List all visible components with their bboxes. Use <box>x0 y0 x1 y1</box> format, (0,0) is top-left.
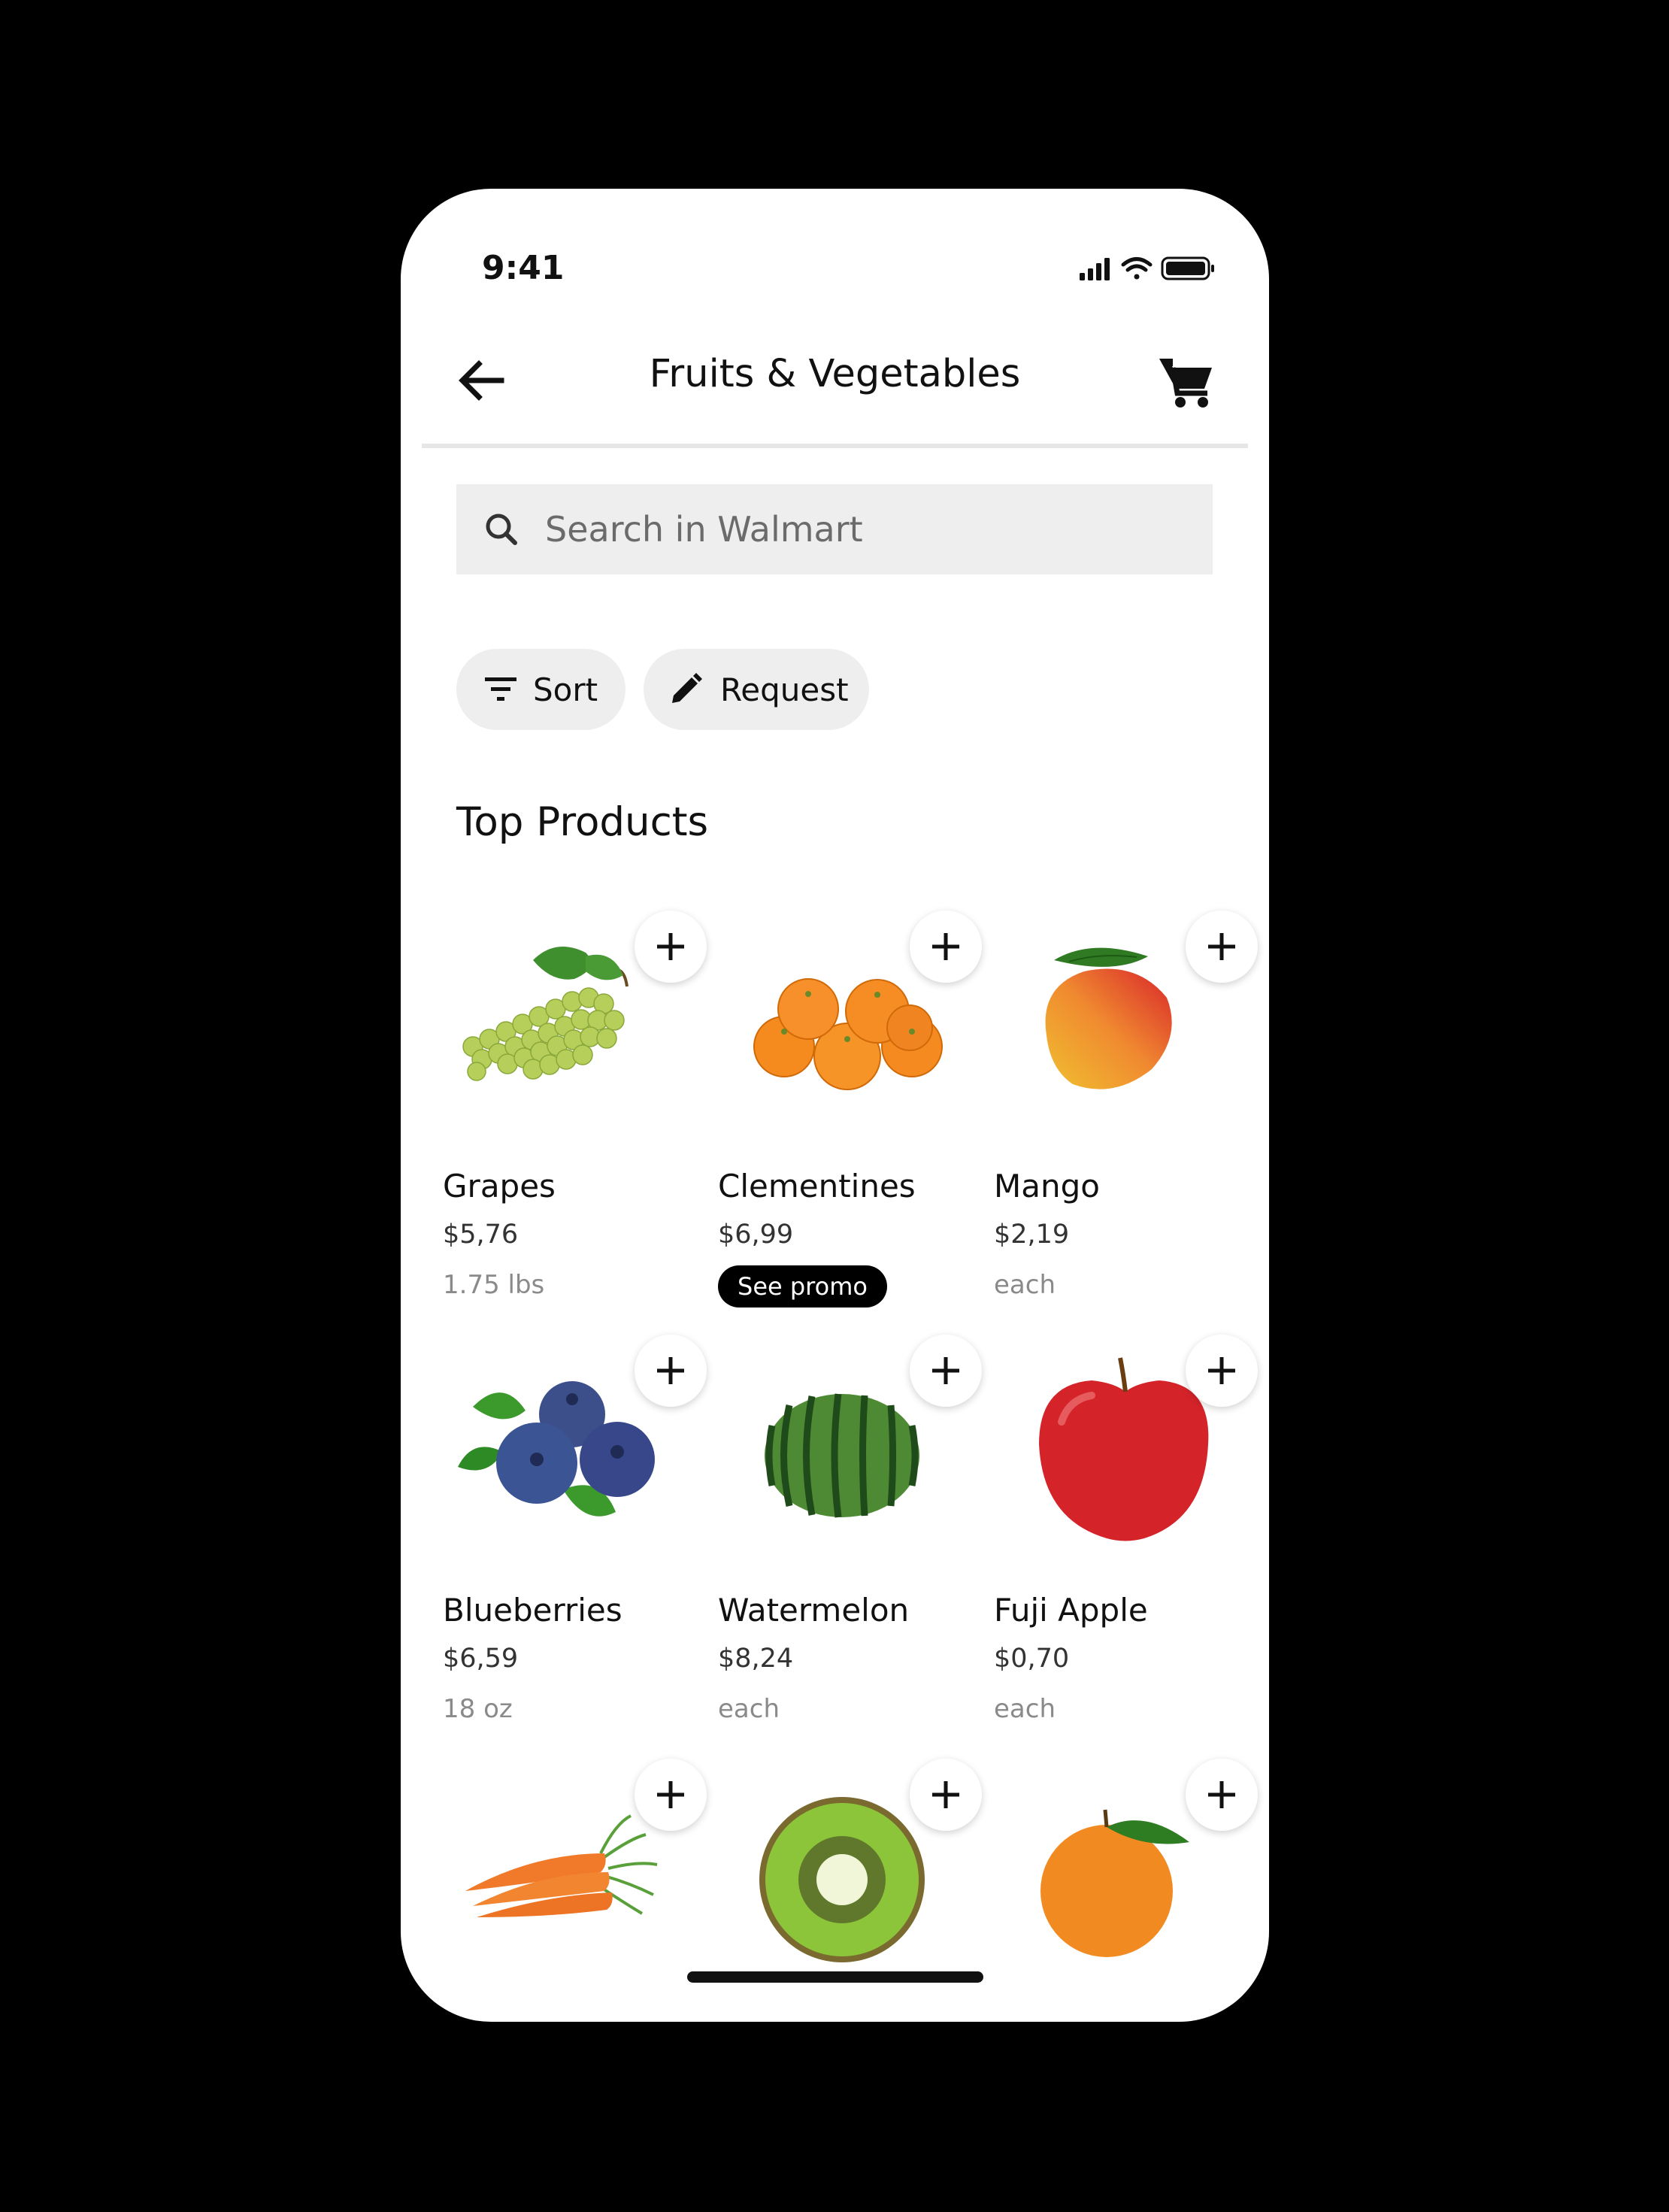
product-name: Mango <box>994 1168 1100 1204</box>
sort-label: Sort <box>533 671 598 708</box>
product-price: $6,59 <box>443 1644 519 1674</box>
add-to-cart-button[interactable] <box>910 1759 982 1831</box>
add-to-cart-button[interactable] <box>1186 1335 1258 1407</box>
product-card[interactable]: Clementines $6,99 See promo <box>718 911 982 1336</box>
product-name: Grapes <box>443 1168 556 1204</box>
product-price: $2,19 <box>994 1220 1070 1250</box>
product-card[interactable]: Grapes $5,76 1.75 lbs <box>443 911 707 1336</box>
add-to-cart-button[interactable] <box>1186 911 1258 983</box>
product-price: $5,76 <box>443 1220 519 1250</box>
request-button[interactable]: Request <box>644 649 869 730</box>
signal-icon <box>1080 258 1110 280</box>
product-card[interactable]: Mango $2,19 each <box>994 911 1258 1336</box>
plus-icon <box>932 933 959 960</box>
add-to-cart-button[interactable] <box>910 911 982 983</box>
product-name: Fuji Apple <box>994 1592 1148 1629</box>
product-unit: each <box>994 1694 1056 1724</box>
plus-icon <box>932 1781 959 1808</box>
product-card[interactable]: Blueberries $6,59 18 oz <box>443 1335 707 1760</box>
search-placeholder: Search in Walmart <box>545 509 863 550</box>
add-to-cart-button[interactable] <box>910 1335 982 1407</box>
add-to-cart-button[interactable] <box>635 1335 707 1407</box>
sort-button[interactable]: Sort <box>456 649 625 730</box>
product-unit: 1.75 lbs <box>443 1270 545 1300</box>
product-price: $8,24 <box>718 1644 794 1674</box>
product-price: $6,99 <box>718 1220 794 1250</box>
plus-icon <box>657 1357 684 1384</box>
product-name: Clementines <box>718 1168 916 1204</box>
home-indicator[interactable] <box>687 1971 983 1983</box>
status-icons <box>1080 256 1214 280</box>
product-card[interactable]: Fuji Apple $0,70 each <box>994 1335 1258 1760</box>
search-icon <box>486 514 517 545</box>
cart-icon[interactable] <box>1156 351 1216 411</box>
plus-icon <box>657 1781 684 1808</box>
sort-icon <box>485 677 516 701</box>
plus-icon <box>932 1357 959 1384</box>
request-label: Request <box>720 671 849 708</box>
add-to-cart-button[interactable] <box>1186 1759 1258 1831</box>
product-name: Blueberries <box>443 1592 622 1629</box>
wifi-icon <box>1121 257 1153 280</box>
product-card[interactable] <box>443 1759 707 1981</box>
product-card[interactable]: Watermelon $8,24 each <box>718 1335 982 1760</box>
pencil-icon <box>672 673 702 703</box>
header-divider <box>422 444 1248 448</box>
plus-icon <box>1208 933 1235 960</box>
product-price: $0,70 <box>994 1644 1070 1674</box>
product-unit: each <box>994 1270 1056 1300</box>
add-to-cart-button[interactable] <box>635 911 707 983</box>
add-to-cart-button[interactable] <box>635 1759 707 1831</box>
product-unit: 18 oz <box>443 1694 513 1724</box>
plus-icon <box>657 933 684 960</box>
see-promo-badge[interactable]: See promo <box>718 1265 887 1308</box>
plus-icon <box>1208 1357 1235 1384</box>
product-card[interactable] <box>994 1759 1258 1981</box>
plus-icon <box>1208 1781 1235 1808</box>
search-input[interactable]: Search in Walmart <box>456 484 1213 574</box>
product-name: Watermelon <box>718 1592 910 1629</box>
page-title: Fruits & Vegetables <box>649 352 1021 396</box>
phone-screen: 9:41 Fruits & Vegetables Search in Walma… <box>401 189 1269 2022</box>
product-unit: each <box>718 1694 780 1724</box>
section-title: Top Products <box>456 799 709 845</box>
product-card[interactable] <box>718 1759 982 1981</box>
status-time: 9:41 <box>482 249 565 287</box>
battery-icon <box>1161 256 1214 280</box>
